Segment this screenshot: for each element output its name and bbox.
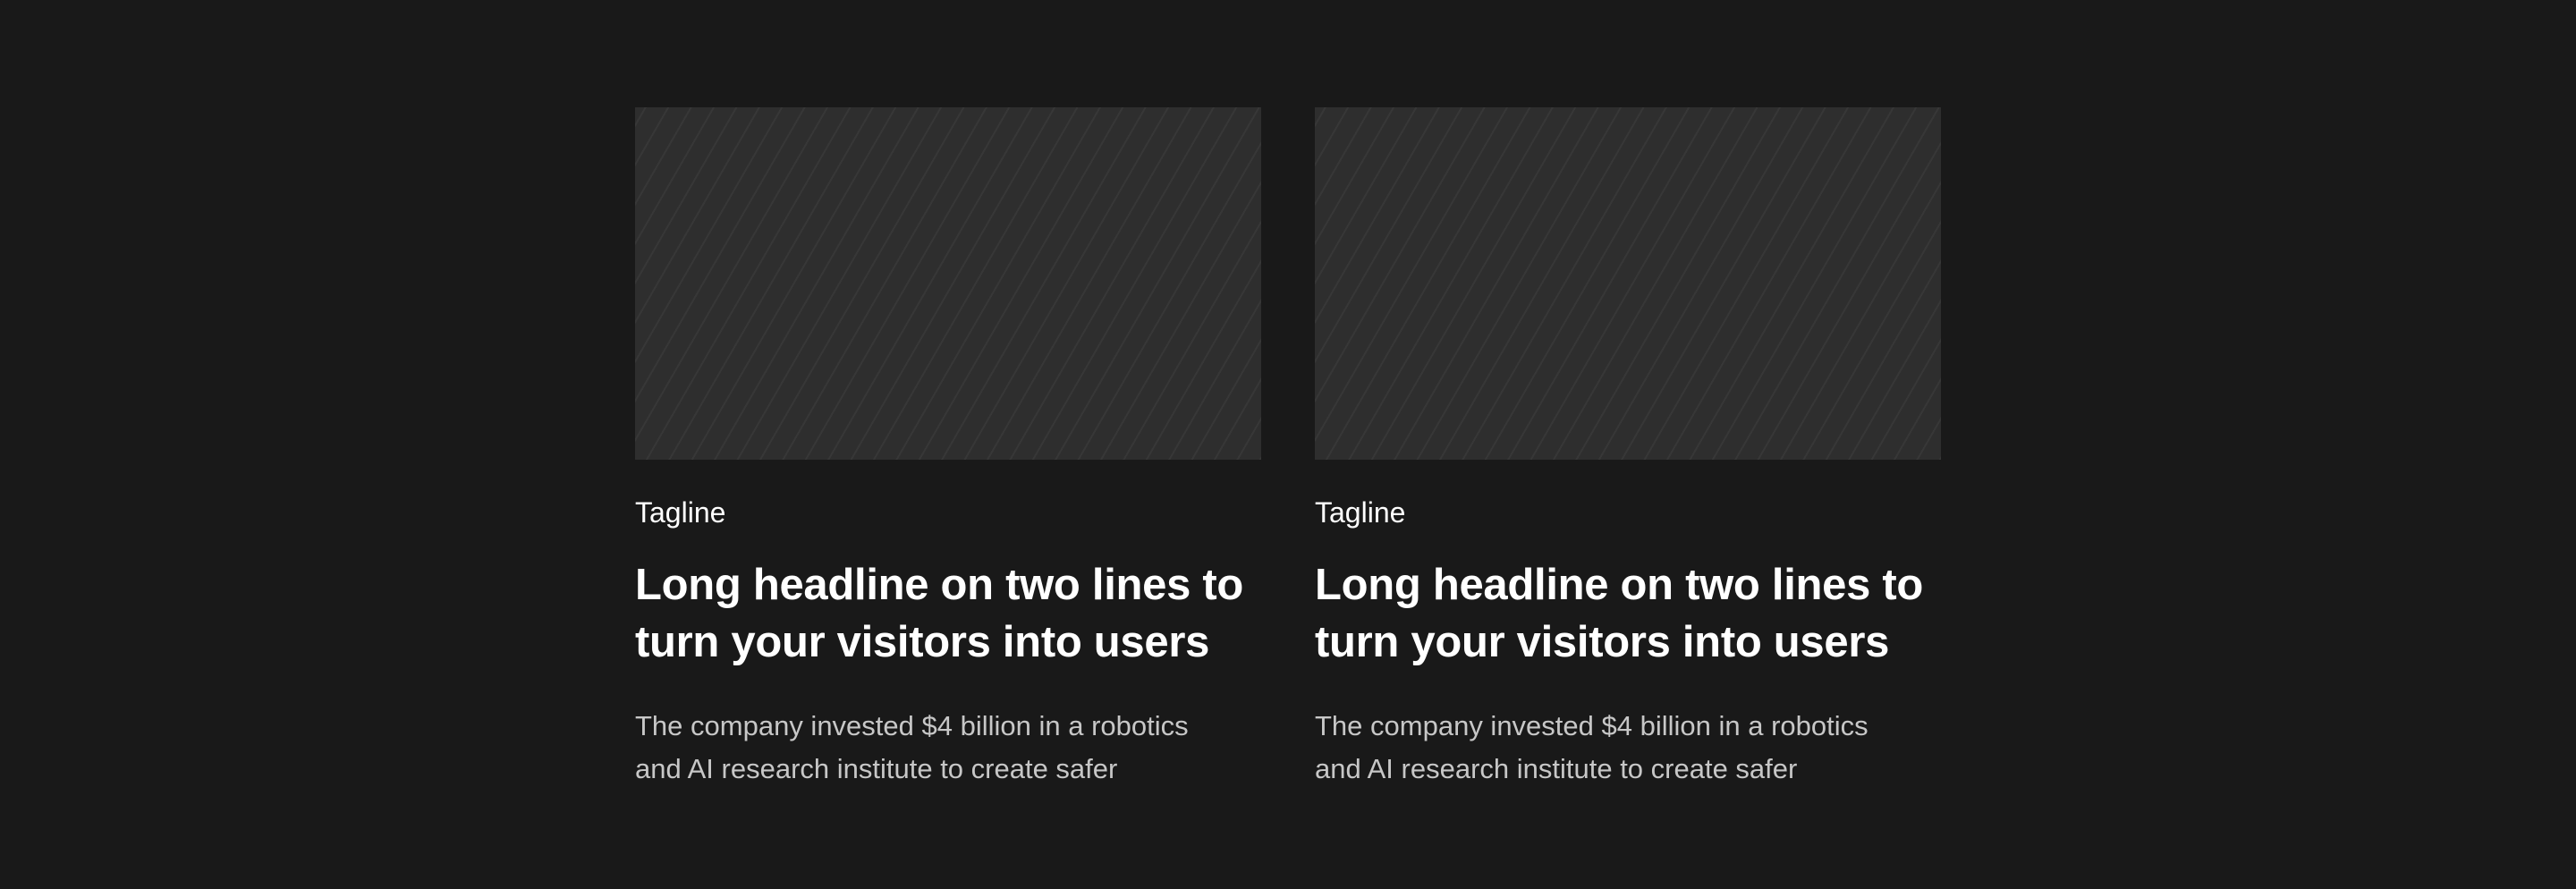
feature-card[interactable]: Tagline Long headline on two lines to tu… — [1315, 107, 1941, 791]
card-description-line2: and AI research institute to create safe… — [635, 753, 1118, 785]
feature-card[interactable]: Tagline Long headline on two lines to tu… — [635, 107, 1261, 791]
card-tagline: Tagline — [1315, 496, 1406, 529]
card-headline-line2: turn your visitors into users — [1315, 618, 1890, 667]
card-headline: Long headline on two lines to turn your … — [635, 556, 1261, 671]
card-description-line1: The company invested $4 billion in a rob… — [1315, 710, 1868, 742]
card-headline-line1: Long headline on two lines to — [635, 561, 1244, 610]
card-description-line1: The company invested $4 billion in a rob… — [635, 710, 1189, 742]
card-grid: Tagline Long headline on two lines to tu… — [635, 107, 1941, 791]
image-placeholder — [1315, 107, 1941, 460]
card-headline-line2: turn your visitors into users — [635, 618, 1210, 667]
card-headline: Long headline on two lines to turn your … — [1315, 556, 1941, 671]
card-description: The company invested $4 billion in a rob… — [1315, 705, 1932, 791]
card-description: The company invested $4 billion in a rob… — [635, 705, 1252, 791]
card-tagline: Tagline — [635, 496, 726, 529]
image-placeholder — [635, 107, 1261, 460]
card-headline-line1: Long headline on two lines to — [1315, 561, 1924, 610]
card-description-line2: and AI research institute to create safe… — [1315, 753, 1798, 785]
